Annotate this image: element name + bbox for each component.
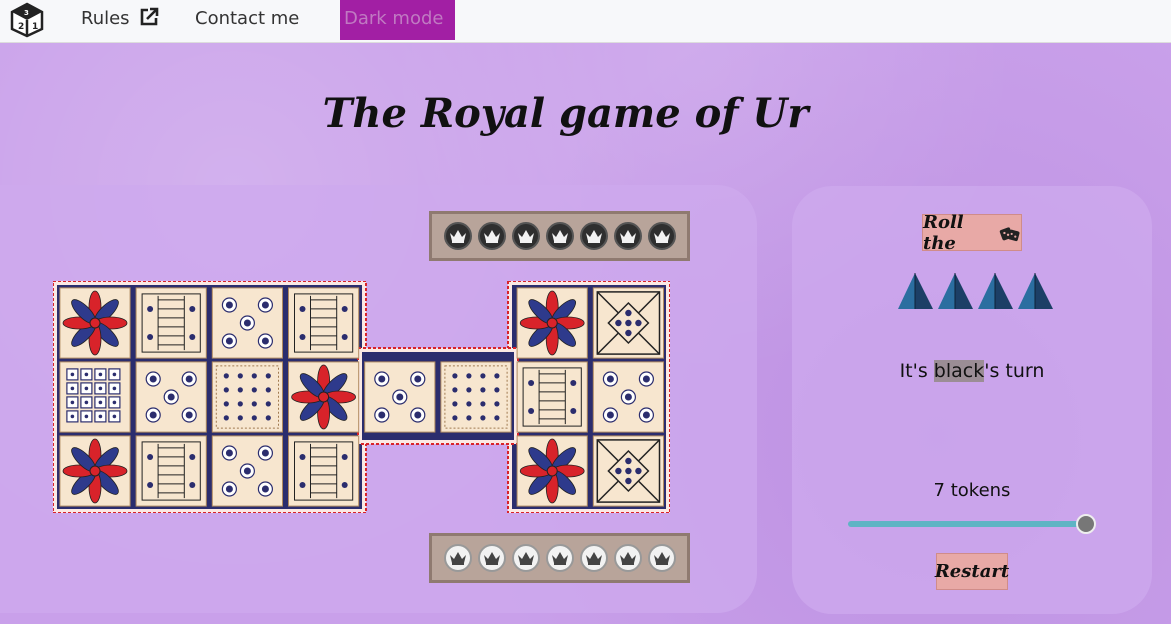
board-square-lines <box>288 435 360 507</box>
roll-dice-label: Roll the <box>923 211 964 254</box>
black-token[interactable] <box>647 222 676 250</box>
nav-rules-link[interactable]: Rules <box>81 0 159 40</box>
white-token[interactable] <box>579 544 608 572</box>
board-square-rosette <box>59 435 131 507</box>
white-token[interactable] <box>647 544 676 572</box>
white-token[interactable] <box>545 544 574 572</box>
board-square-fivedot <box>364 361 436 433</box>
nav-rules-label: Rules <box>81 8 130 29</box>
page-title: The Royal game of Ur <box>322 90 809 137</box>
board-square-dots <box>440 361 512 433</box>
tokens-count-label: 7 tokens <box>933 480 1011 501</box>
tokens-slider-thumb[interactable] <box>1076 514 1096 534</box>
dice-logo-icon[interactable]: 2 1 3 <box>10 2 44 38</box>
external-link-icon <box>140 7 159 26</box>
game-board[interactable] <box>53 281 670 513</box>
black-token[interactable] <box>545 222 574 250</box>
tetrahedron-die <box>938 273 973 309</box>
board-square-lines <box>288 287 360 359</box>
turn-indicator: It's black's turn <box>792 360 1152 382</box>
dark-mode-toggle[interactable]: Dark mode <box>340 0 455 40</box>
board-square-fivedot <box>211 287 283 359</box>
white-token[interactable] <box>613 544 642 572</box>
board-square-fivedot <box>592 361 664 433</box>
board-square-rosette <box>59 287 131 359</box>
svg-text:1: 1 <box>32 22 38 32</box>
black-token-tray <box>429 211 690 261</box>
white-token[interactable] <box>443 544 472 572</box>
tetrahedron-die <box>1018 273 1053 309</box>
board-square-lines <box>516 361 588 433</box>
tetrahedron-die <box>898 273 933 309</box>
board-square-rosette <box>288 361 360 433</box>
white-token[interactable] <box>477 544 506 572</box>
board-square-fivedot <box>135 361 207 433</box>
white-token[interactable] <box>511 544 540 572</box>
turn-prefix: It's <box>899 360 934 382</box>
turn-suffix: 's turn <box>984 360 1045 382</box>
roll-dice-button[interactable]: Roll the <box>922 211 1022 254</box>
tetrahedron-die <box>978 273 1013 309</box>
dice-icon <box>1000 226 1020 241</box>
board-square-rosette <box>516 435 588 507</box>
white-token-tray <box>429 533 690 583</box>
black-token[interactable] <box>613 222 642 250</box>
svg-text:3: 3 <box>24 9 29 17</box>
black-token[interactable] <box>477 222 506 250</box>
tetrahedral-dice <box>898 273 1053 309</box>
nav-contact-link[interactable]: Contact me <box>195 0 299 40</box>
svg-text:2: 2 <box>18 22 24 32</box>
board-square-lines <box>135 287 207 359</box>
restart-button[interactable]: Restart <box>935 553 1009 590</box>
board-square-grid <box>59 361 131 433</box>
turn-player: black <box>933 360 985 382</box>
board-square-lines <box>135 435 207 507</box>
black-token[interactable] <box>511 222 540 250</box>
board-square-dots <box>211 361 283 433</box>
black-token[interactable] <box>579 222 608 250</box>
board-square-cross <box>592 435 664 507</box>
navbar: 2 1 3 Rules Contact me Dark mode <box>0 0 1171 43</box>
board-square-rosette <box>516 287 588 359</box>
tokens-slider-track[interactable] <box>848 521 1088 527</box>
black-token[interactable] <box>443 222 472 250</box>
board-square-cross <box>592 287 664 359</box>
board-square-fivedot <box>211 435 283 507</box>
